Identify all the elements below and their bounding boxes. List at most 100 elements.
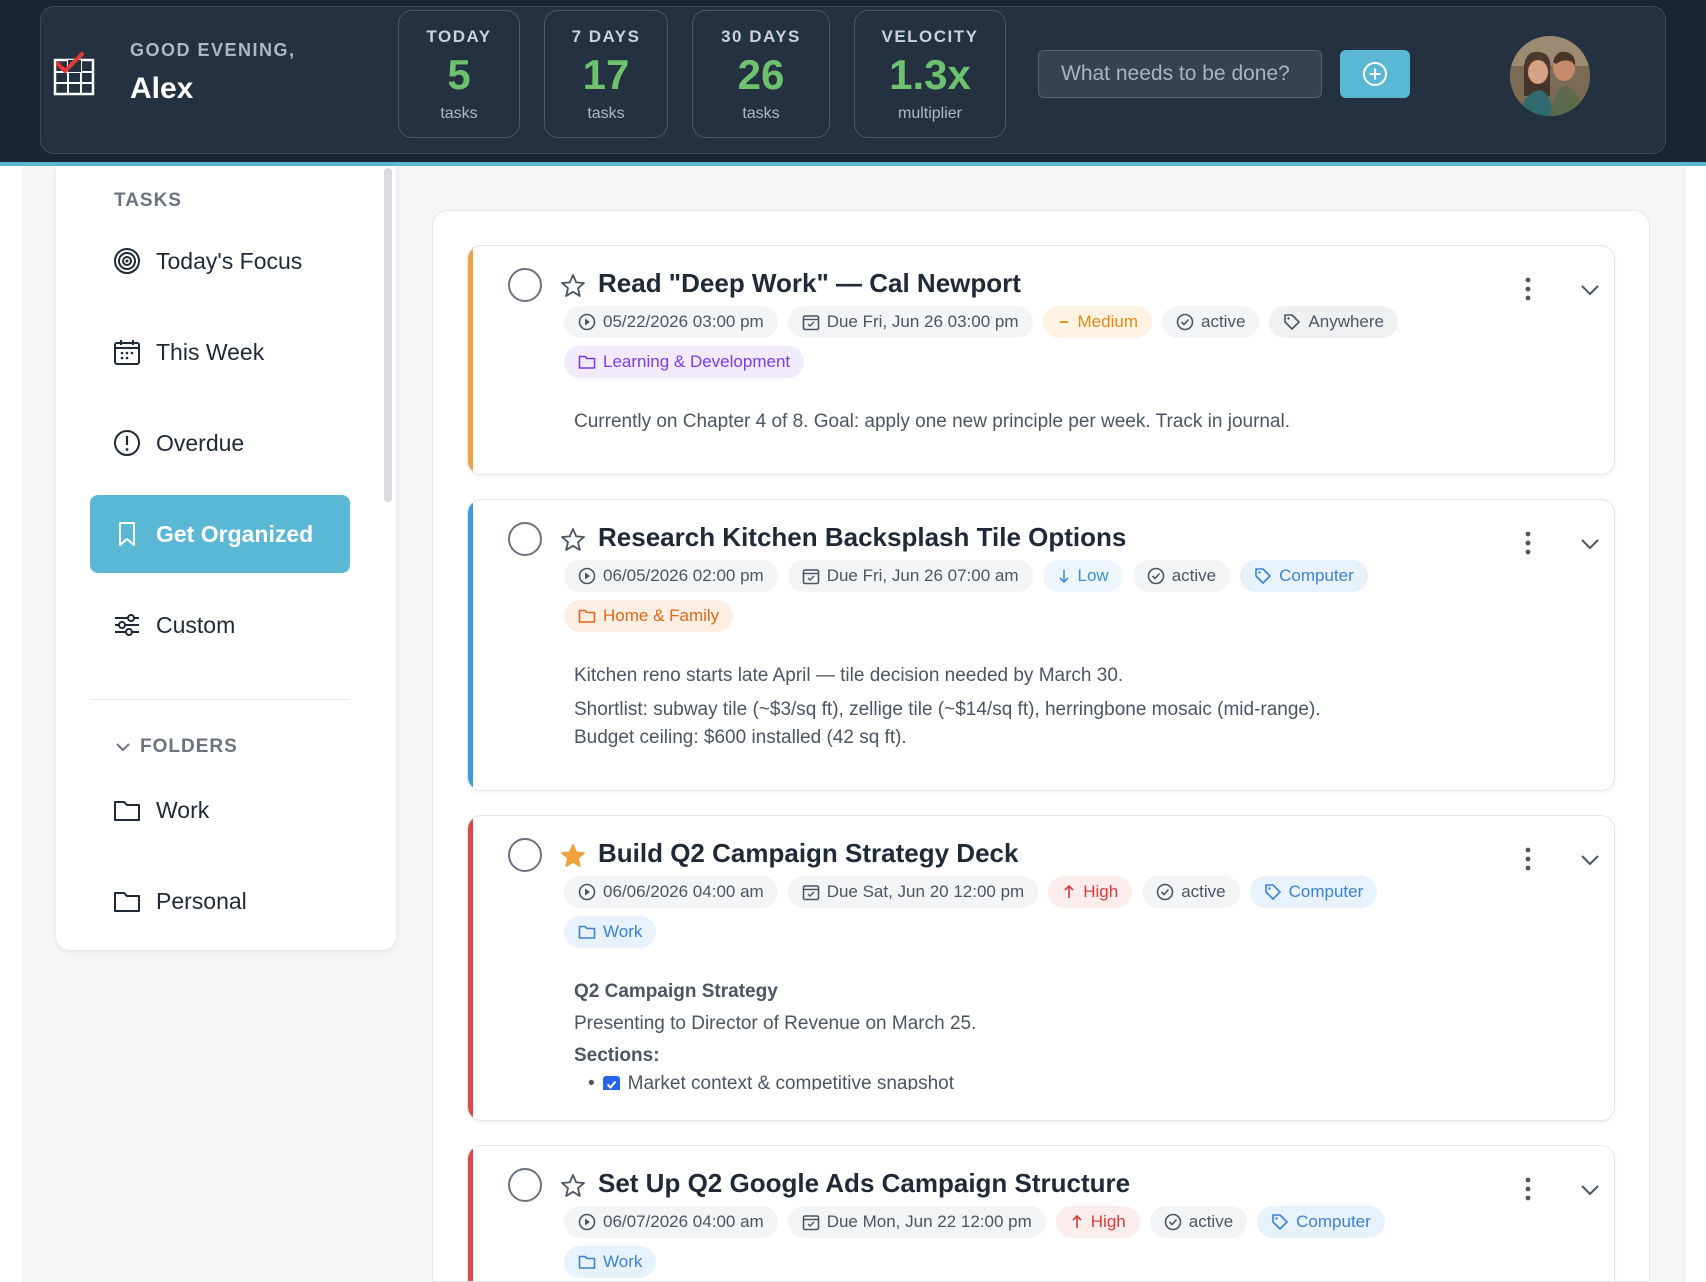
calendar-check-icon [802,1215,819,1231]
avatar-photo [1510,36,1590,116]
sidebar-folder-work[interactable]: Work [90,771,350,849]
complete-checkbox[interactable] [508,1168,542,1202]
stat-value: 17 [582,51,630,98]
more-options-icon[interactable] [1518,528,1538,558]
greeting-text: GOOD EVENING, [130,40,296,60]
stat-today[interactable]: TODAY 5 tasks [398,10,520,138]
stat-label: 30 DAYS [721,27,801,46]
priority-accent-bar [468,500,473,790]
folder-chip[interactable]: Home & Family [564,600,734,632]
expand-chevron-icon[interactable] [1578,532,1602,556]
sidebar-folder-personal[interactable]: Personal [90,862,350,940]
status-chip[interactable]: active [1142,876,1240,908]
created-date: 05/22/2026 03:00 pm [603,312,764,331]
calendar-check-icon [802,569,819,585]
task-title[interactable]: Set Up Q2 Google Ads Campaign Structure [598,1168,1130,1199]
check-circle-icon [1164,1213,1182,1231]
expand-chevron-icon[interactable] [1578,1178,1602,1202]
sidebar-item-label: This Week [156,338,265,365]
play-clock-icon [578,567,596,585]
due-date-chip: Due Fri, Jun 26 03:00 pm [787,306,1033,338]
complete-checkbox[interactable] [508,268,542,302]
context-chip[interactable]: Computer [1257,1206,1385,1238]
stat-value: 5 [447,51,471,98]
bullet-text: Market context & competitive snapshot [627,1073,954,1090]
folders-toggle[interactable]: FOLDERS [114,736,238,758]
folder-chip[interactable]: Work [564,1246,657,1278]
context-label: Anywhere [1308,312,1385,331]
due-date-chip: Due Fri, Jun 26 07:00 am [787,560,1033,592]
task-card[interactable]: Build Q2 Campaign Strategy Deck 06/06/20… [467,815,1615,1121]
folder-chip[interactable]: Learning & Development [564,346,805,378]
checked-checkbox[interactable] [602,1075,620,1090]
priority-label: Low [1077,566,1109,585]
task-list-panel: Read "Deep Work" — Cal Newport 05/22/202… [432,210,1650,1282]
complete-checkbox[interactable] [508,838,542,872]
stat-velocity[interactable]: VELOCITY 1.3x multiplier [854,10,1006,138]
priority-chip[interactable]: High [1055,1206,1140,1238]
stat-30-days[interactable]: 30 DAYS 26 tasks [692,10,830,138]
priority-chip[interactable]: High [1048,876,1133,908]
sidebar-divider [90,699,350,700]
status-chip[interactable]: active [1149,1206,1248,1238]
context-chip[interactable]: Computer [1240,560,1368,592]
task-card[interactable]: Research Kitchen Backsplash Tile Options… [467,499,1615,791]
star-outline-icon[interactable] [560,1173,586,1199]
new-task-input[interactable] [1038,50,1322,98]
sidebar-scrollbar[interactable] [384,168,392,502]
sidebar-item-custom[interactable]: Custom [90,586,350,664]
task-card[interactable]: Read "Deep Work" — Cal Newport 05/22/202… [467,245,1615,475]
task-card[interactable]: Set Up Q2 Google Ads Campaign Structure … [467,1145,1615,1281]
folder-icon [578,355,596,369]
due-date: Due Sat, Jun 20 12:00 pm [826,882,1025,901]
minus-icon [1059,321,1068,323]
stat-7-days[interactable]: 7 DAYS 17 tasks [544,10,668,138]
task-title[interactable]: Build Q2 Campaign Strategy Deck [598,838,1018,869]
sidebar-item-label: Overdue [156,429,245,456]
alert-circle-icon [112,428,142,458]
folder-icon [112,795,142,825]
created-date-chip: 06/07/2026 04:00 am [564,1206,778,1238]
priority-chip[interactable]: Medium [1042,306,1152,338]
top-bar: GOOD EVENING, Alex TODAY 5 tasks 7 DAYS … [0,0,1706,166]
stat-sub: tasks [587,105,625,122]
task-title[interactable]: Read "Deep Work" — Cal Newport [598,268,1021,299]
created-date: 06/05/2026 02:00 pm [603,566,764,585]
context-chip[interactable]: Anywhere [1269,306,1399,338]
folder-icon [578,925,596,939]
sidebar-item-overdue[interactable]: Overdue [90,404,350,482]
sliders-icon [112,610,142,640]
complete-checkbox[interactable] [508,522,542,556]
status-chip[interactable]: active [1132,560,1231,592]
more-options-icon[interactable] [1518,844,1538,874]
stat-label: VELOCITY [881,27,979,46]
task-notes: Q2 Campaign Strategy Presenting to Direc… [574,978,976,1090]
stat-label: TODAY [426,27,492,46]
star-outline-icon[interactable] [560,273,586,299]
status-chip[interactable]: active [1161,306,1260,338]
sidebar-item-label: Get Organized [156,520,314,547]
expand-chevron-icon[interactable] [1578,848,1602,872]
task-title[interactable]: Research Kitchen Backsplash Tile Options [598,522,1126,553]
note-line: Shortlist: subway tile (~$3/sq ft), zell… [574,699,1321,720]
stat-value: 26 [737,51,785,98]
check-icon [606,1080,616,1089]
priority-chip[interactable]: Low [1042,560,1123,592]
more-options-icon[interactable] [1518,1174,1538,1204]
arrow-down-icon [1058,570,1069,584]
add-task-button[interactable] [1340,50,1410,98]
context-chip[interactable]: Computer [1249,876,1378,908]
sidebar-item-this-week[interactable]: This Week [90,313,350,391]
star-filled-icon[interactable] [560,843,586,869]
sidebar-item-label: Personal [156,887,247,914]
sidebar-item-todays-focus[interactable]: Today's Focus [90,222,350,300]
expand-chevron-icon[interactable] [1578,278,1602,302]
due-date: Due Mon, Jun 22 12:00 pm [826,1212,1032,1231]
star-outline-icon[interactable] [560,527,586,553]
more-options-icon[interactable] [1518,274,1538,304]
folder-chip[interactable]: Work [564,916,657,948]
note-line: Presenting to Director of Revenue on Mar… [574,1013,977,1034]
sidebar-item-get-organized[interactable]: Get Organized [90,495,350,573]
header-panel [40,6,1666,154]
user-avatar[interactable] [1510,36,1590,116]
